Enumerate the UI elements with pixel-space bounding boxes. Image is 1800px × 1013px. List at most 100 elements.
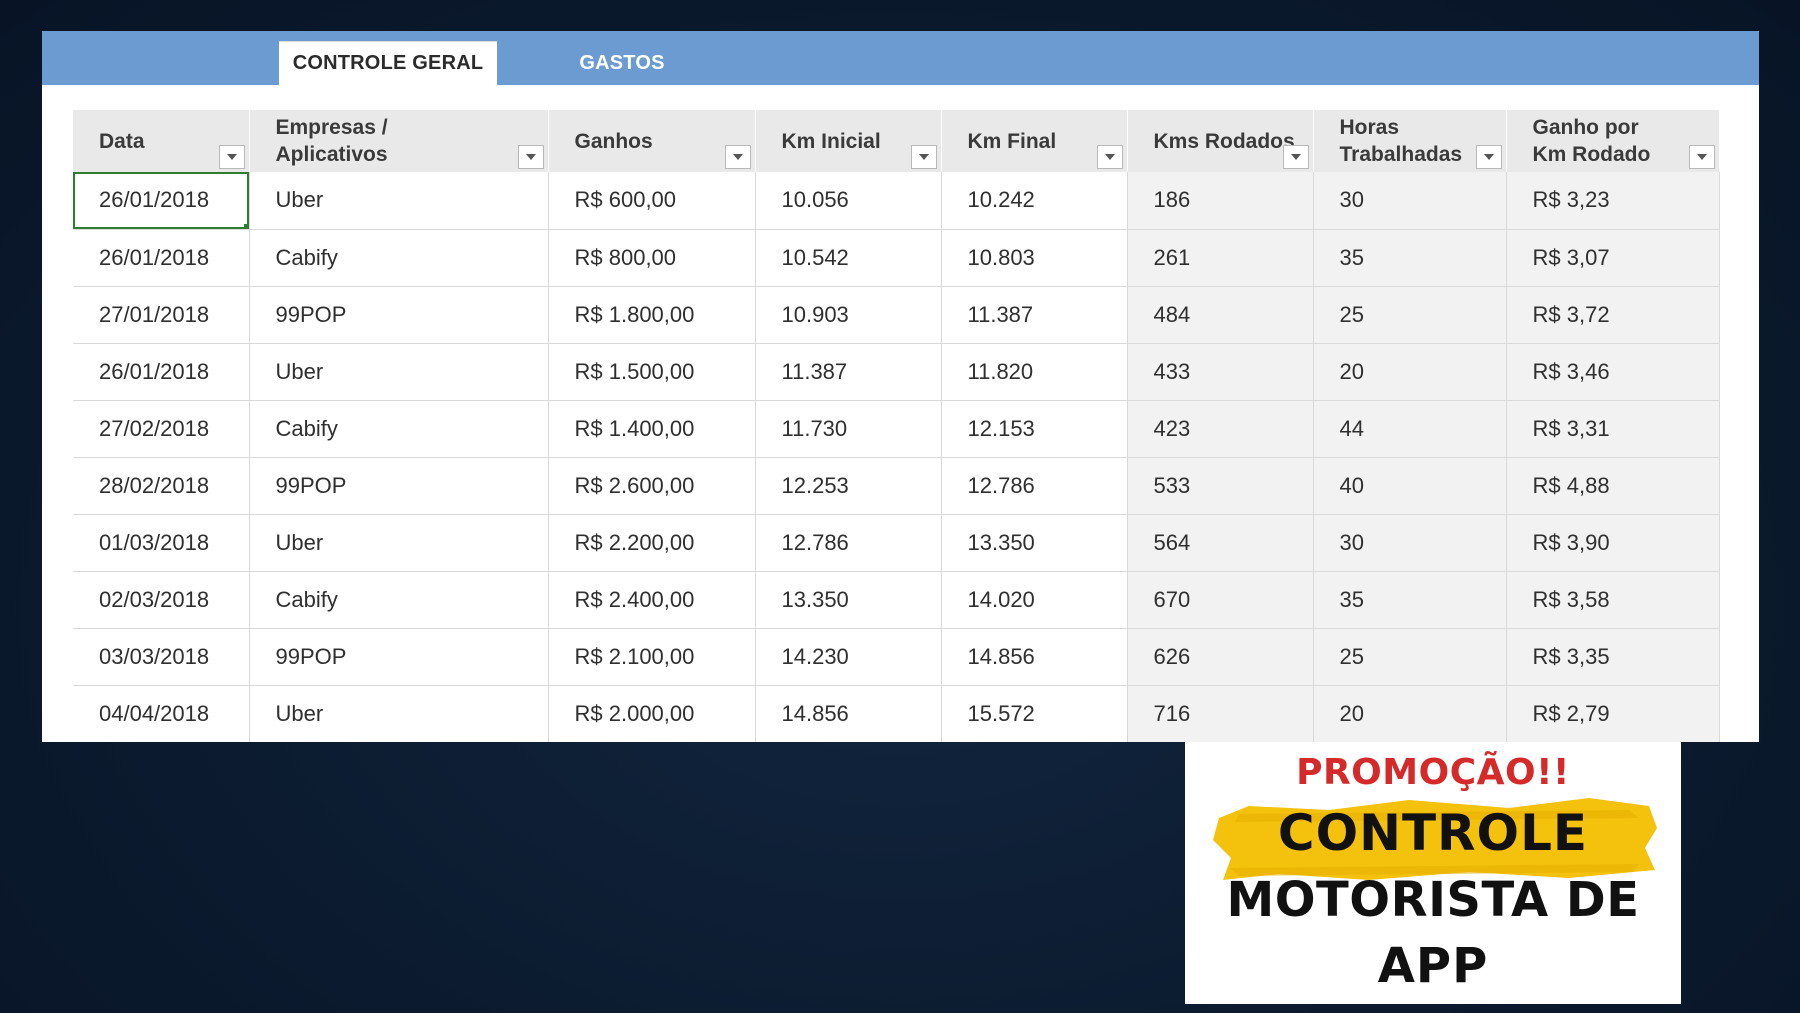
table-cell[interactable]: R$ 2.200,00 <box>548 514 756 572</box>
table-cell[interactable]: R$ 3,46 <box>1506 343 1720 401</box>
table-cell[interactable]: 25 <box>1313 628 1507 686</box>
table-cell[interactable]: 14.230 <box>755 628 942 686</box>
table-cell[interactable]: 716 <box>1127 685 1314 742</box>
table-cell[interactable]: Uber <box>249 514 549 572</box>
column-header-label: Horas Trabalhadas <box>1339 116 1463 166</box>
table-cell[interactable]: R$ 3,23 <box>1506 172 1720 230</box>
table-cell[interactable]: 12.786 <box>755 514 942 572</box>
filter-dropdown-button[interactable] <box>517 145 544 169</box>
tab-bar: CONTROLE GERAL GASTOS <box>42 31 1759 85</box>
table-cell[interactable]: R$ 3,31 <box>1506 400 1720 458</box>
table-cell[interactable]: 13.350 <box>755 571 942 629</box>
table-cell[interactable]: Cabify <box>249 571 549 629</box>
header-row: Data Empresas / Aplicativos Ganhos Km In… <box>73 110 1720 172</box>
table-cell[interactable]: R$ 3,35 <box>1506 628 1720 686</box>
table-cell[interactable]: 10.242 <box>941 172 1128 230</box>
table-cell[interactable]: R$ 2.000,00 <box>548 685 756 742</box>
table-cell[interactable]: 20 <box>1313 343 1507 401</box>
table-cell[interactable]: 27/01/2018 <box>73 286 250 344</box>
table-cell[interactable]: 626 <box>1127 628 1314 686</box>
table-cell[interactable]: Cabify <box>249 229 549 287</box>
table-cell[interactable]: 14.856 <box>941 628 1128 686</box>
table-cell[interactable]: Uber <box>249 685 549 742</box>
table-cell[interactable]: R$ 2.100,00 <box>548 628 756 686</box>
table-cell[interactable]: 04/04/2018 <box>73 685 250 742</box>
filter-dropdown-button[interactable] <box>1096 145 1123 169</box>
table-cell[interactable]: 564 <box>1127 514 1314 572</box>
column-header-label: Ganho por Km Rodado <box>1532 116 1651 166</box>
table-cell[interactable]: R$ 4,88 <box>1506 457 1720 515</box>
table-cell[interactable]: 261 <box>1127 229 1314 287</box>
table-cell[interactable]: R$ 2.400,00 <box>548 571 756 629</box>
spreadsheet-window: CONTROLE GERAL GASTOS Data Empresas / Ap… <box>42 31 1759 742</box>
table-cell[interactable]: 28/02/2018 <box>73 457 250 515</box>
filter-dropdown-button[interactable] <box>1475 145 1502 169</box>
table-cell[interactable]: 99POP <box>249 286 549 344</box>
column-header-kms-rodados: Kms Rodados <box>1127 110 1314 172</box>
table-cell[interactable]: R$ 1.400,00 <box>548 400 756 458</box>
table-cell[interactable]: R$ 2,79 <box>1506 685 1720 742</box>
table-cell[interactable]: 14.856 <box>755 685 942 742</box>
table-cell[interactable]: 40 <box>1313 457 1507 515</box>
table-cell[interactable]: Uber <box>249 343 549 401</box>
table-cell[interactable]: 14.020 <box>941 571 1128 629</box>
table-cell[interactable]: 423 <box>1127 400 1314 458</box>
table-cell[interactable]: R$ 3,58 <box>1506 571 1720 629</box>
table-cell[interactable]: 30 <box>1313 514 1507 572</box>
column-header-ganho-km: Ganho por Km Rodado <box>1506 110 1720 172</box>
table-cell[interactable]: 99POP <box>249 628 549 686</box>
table-cell[interactable]: 12.153 <box>941 400 1128 458</box>
table-cell[interactable]: Cabify <box>249 400 549 458</box>
table-cell[interactable]: 11.387 <box>941 286 1128 344</box>
table-cell[interactable]: 99POP <box>249 457 549 515</box>
table-cell[interactable]: R$ 600,00 <box>548 172 756 230</box>
table-cell[interactable]: 433 <box>1127 343 1314 401</box>
table-cell[interactable]: 01/03/2018 <box>73 514 250 572</box>
table-cell[interactable]: R$ 3,72 <box>1506 286 1720 344</box>
table-cell[interactable]: 13.350 <box>941 514 1128 572</box>
table-cell[interactable]: 11.820 <box>941 343 1128 401</box>
selected-cell[interactable]: 26/01/2018 <box>73 172 250 230</box>
table-cell[interactable]: 15.572 <box>941 685 1128 742</box>
table-cell[interactable]: 02/03/2018 <box>73 571 250 629</box>
table-cell[interactable]: 35 <box>1313 571 1507 629</box>
table-cell[interactable]: R$ 3,90 <box>1506 514 1720 572</box>
chevron-down-icon <box>525 154 536 160</box>
tab-gastos[interactable]: GASTOS <box>542 41 702 85</box>
filter-dropdown-button[interactable] <box>218 145 245 169</box>
table-cell[interactable]: R$ 3,07 <box>1506 229 1720 287</box>
table-cell[interactable]: 12.253 <box>755 457 942 515</box>
filter-dropdown-button[interactable] <box>724 145 751 169</box>
table-cell[interactable]: 27/02/2018 <box>73 400 250 458</box>
table-cell[interactable]: R$ 1.500,00 <box>548 343 756 401</box>
table-cell[interactable]: 30 <box>1313 172 1507 230</box>
table-cell[interactable]: 26/01/2018 <box>73 229 250 287</box>
table-cell[interactable]: 10.056 <box>755 172 942 230</box>
table-cell[interactable]: 670 <box>1127 571 1314 629</box>
table-cell[interactable]: 03/03/2018 <box>73 628 250 686</box>
table-cell[interactable]: 35 <box>1313 229 1507 287</box>
table-cell[interactable]: 484 <box>1127 286 1314 344</box>
filter-dropdown-button[interactable] <box>910 145 937 169</box>
table-cell[interactable]: 26/01/2018 <box>73 343 250 401</box>
table-cell[interactable]: 533 <box>1127 457 1314 515</box>
table-cell[interactable]: R$ 2.600,00 <box>548 457 756 515</box>
filter-dropdown-button[interactable] <box>1688 145 1715 169</box>
table-cell[interactable]: R$ 1.800,00 <box>548 286 756 344</box>
table-cell[interactable]: 44 <box>1313 400 1507 458</box>
table-cell[interactable]: Uber <box>249 172 549 230</box>
column-header-label: Data <box>99 129 145 153</box>
table-cell[interactable]: 10.803 <box>941 229 1128 287</box>
table-cell[interactable]: 11.730 <box>755 400 942 458</box>
filter-dropdown-button[interactable] <box>1282 145 1309 169</box>
table-cell[interactable]: 11.387 <box>755 343 942 401</box>
table-cell[interactable]: 12.786 <box>941 457 1128 515</box>
tab-controle-geral[interactable]: CONTROLE GERAL <box>279 41 497 85</box>
table-cell[interactable]: 20 <box>1313 685 1507 742</box>
table-cell[interactable]: R$ 800,00 <box>548 229 756 287</box>
table-cell[interactable]: 25 <box>1313 286 1507 344</box>
table-cell[interactable]: 186 <box>1127 172 1314 230</box>
table-cell[interactable]: 10.542 <box>755 229 942 287</box>
table-cell[interactable]: 10.903 <box>755 286 942 344</box>
column-header-km-final: Km Final <box>941 110 1128 172</box>
